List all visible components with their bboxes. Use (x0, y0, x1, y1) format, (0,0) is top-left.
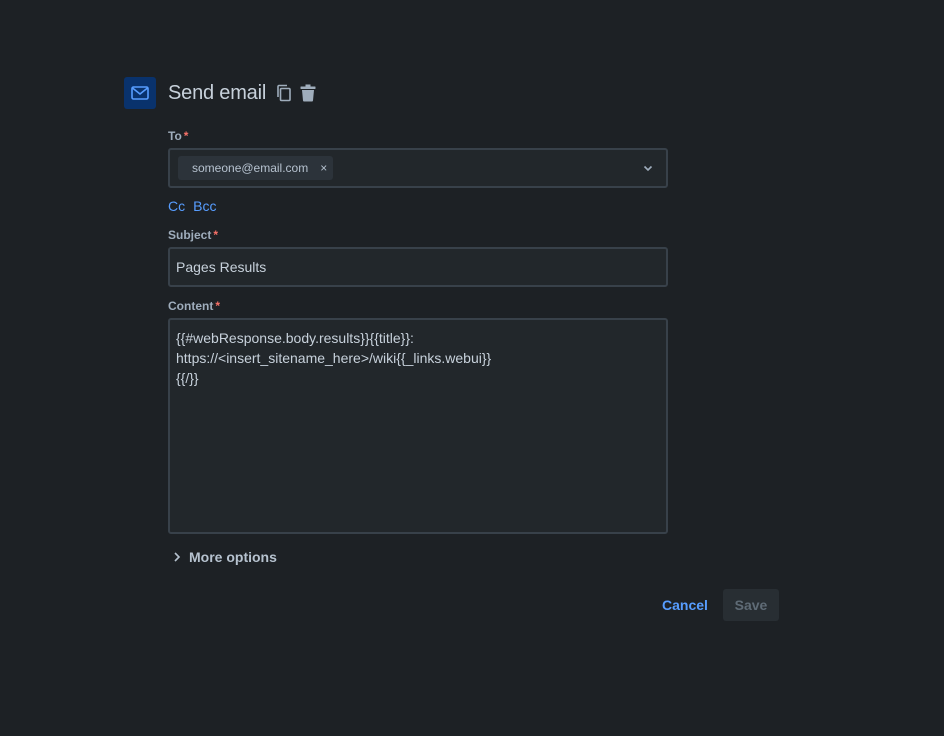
to-field[interactable]: someone@email.com × (168, 148, 668, 188)
trash-icon[interactable] (298, 83, 318, 103)
save-button[interactable]: Save (723, 589, 779, 621)
content-label: Content * (168, 299, 220, 313)
cc-bcc-links: Cc Bcc (168, 198, 216, 214)
copy-icon[interactable] (274, 83, 294, 103)
action-header: Send email (124, 77, 318, 109)
required-asterisk: * (213, 228, 219, 242)
recipient-chip: someone@email.com × (178, 156, 334, 180)
cancel-button[interactable]: Cancel (654, 589, 716, 621)
remove-recipient-button[interactable]: × (320, 162, 327, 174)
more-options-label: More options (189, 549, 277, 565)
content-textarea[interactable]: {{#webResponse.body.results}}{{title}}: … (168, 318, 668, 534)
mail-icon (124, 77, 156, 109)
recipient-email: someone@email.com (192, 161, 309, 175)
required-asterisk: * (183, 129, 189, 143)
page-title: Send email (168, 81, 267, 104)
bcc-link[interactable]: Bcc (193, 198, 216, 214)
chevron-down-icon[interactable] (640, 160, 656, 176)
more-options-toggle[interactable]: More options (170, 549, 277, 565)
subject-input[interactable]: Pages Results (168, 247, 668, 287)
cc-link[interactable]: Cc (168, 198, 185, 214)
to-label: To * (168, 129, 189, 143)
required-asterisk: * (215, 299, 220, 313)
subject-label: Subject * (168, 228, 219, 242)
chevron-right-icon (174, 552, 181, 562)
